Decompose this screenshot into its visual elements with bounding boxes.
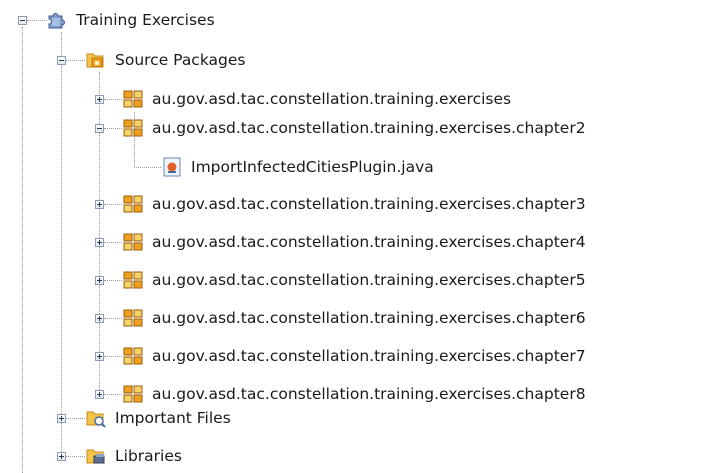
java-package-icon [122, 88, 144, 110]
folder-label: Source Packages [115, 51, 246, 69]
package-label: au.gov.asd.tac.constellation.training.ex… [152, 347, 586, 365]
collapse-toggle-project[interactable] [18, 16, 27, 25]
tree-connector [104, 128, 122, 129]
tree-connector [27, 20, 47, 21]
folder-label: Libraries [115, 447, 182, 465]
java-package-icon [122, 193, 144, 215]
tree-connector [104, 99, 122, 100]
folder-libraries[interactable]: Libraries [85, 443, 182, 469]
java-file-node[interactable]: ImportInfectedCitiesPlugin.java [161, 154, 434, 180]
java-package-icon [122, 269, 144, 291]
package-node-chapter3[interactable]: au.gov.asd.tac.constellation.training.ex… [122, 191, 586, 217]
tree-guide-root [22, 27, 23, 473]
libraries-folder-icon [85, 445, 107, 467]
folder-label: Important Files [115, 409, 231, 427]
java-package-icon [122, 117, 144, 139]
package-label: au.gov.asd.tac.constellation.training.ex… [152, 195, 586, 213]
package-node-chapter4[interactable]: au.gov.asd.tac.constellation.training.ex… [122, 229, 586, 255]
folder-source-packages[interactable]: Source Packages [85, 47, 246, 73]
tree-connector [134, 167, 161, 168]
java-package-icon [122, 383, 144, 405]
expand-toggle-package-chapter8[interactable] [95, 390, 104, 399]
package-label: au.gov.asd.tac.constellation.training.ex… [152, 119, 586, 137]
collapse-toggle-package-chapter2[interactable] [95, 124, 104, 133]
expand-toggle-libraries[interactable] [57, 452, 66, 461]
project-puzzle-icon [46, 9, 68, 31]
important-files-folder-icon [85, 407, 107, 429]
package-node-chapter6[interactable]: au.gov.asd.tac.constellation.training.ex… [122, 305, 586, 331]
package-label: au.gov.asd.tac.constellation.training.ex… [152, 309, 586, 327]
tree-connector [66, 456, 85, 457]
tree-connector [104, 356, 122, 357]
tree-connector [104, 204, 122, 205]
project-tree: Training Exercises Source Packages au.go… [0, 0, 721, 473]
file-label: ImportInfectedCitiesPlugin.java [191, 158, 434, 176]
package-node-chapter5[interactable]: au.gov.asd.tac.constellation.training.ex… [122, 267, 586, 293]
tree-connector [104, 318, 122, 319]
tree-guide-level2 [99, 72, 100, 398]
tree-connector [104, 242, 122, 243]
folder-important-files[interactable]: Important Files [85, 405, 231, 431]
package-node[interactable]: au.gov.asd.tac.constellation.training.ex… [122, 86, 511, 112]
tree-connector [104, 394, 122, 395]
package-label: au.gov.asd.tac.constellation.training.ex… [152, 385, 586, 403]
java-package-icon [122, 307, 144, 329]
package-node-chapter7[interactable]: au.gov.asd.tac.constellation.training.ex… [122, 343, 586, 369]
package-label: au.gov.asd.tac.constellation.training.ex… [152, 233, 586, 251]
expand-toggle-package[interactable] [95, 95, 104, 104]
project-node[interactable]: Training Exercises [46, 7, 215, 33]
package-label: au.gov.asd.tac.constellation.training.ex… [152, 271, 586, 289]
java-file-icon [161, 156, 183, 178]
expand-toggle-important-files[interactable] [57, 414, 66, 423]
tree-connector [66, 418, 85, 419]
java-package-icon [122, 345, 144, 367]
expand-toggle-package-chapter7[interactable] [95, 352, 104, 361]
source-packages-folder-icon [85, 49, 107, 71]
java-package-icon [122, 231, 144, 253]
tree-connector [66, 60, 85, 61]
expand-toggle-package-chapter6[interactable] [95, 314, 104, 323]
package-label: au.gov.asd.tac.constellation.training.ex… [152, 90, 512, 108]
expand-toggle-package-chapter3[interactable] [95, 200, 104, 209]
project-name: Training Exercises [76, 11, 215, 29]
package-node-chapter8[interactable]: au.gov.asd.tac.constellation.training.ex… [122, 381, 586, 407]
tree-guide-level1 [61, 32, 62, 456]
tree-connector [104, 280, 122, 281]
expand-toggle-package-chapter5[interactable] [95, 276, 104, 285]
package-node-chapter2[interactable]: au.gov.asd.tac.constellation.training.ex… [122, 115, 586, 141]
expand-toggle-package-chapter4[interactable] [95, 238, 104, 247]
collapse-toggle-source-packages[interactable] [57, 56, 66, 65]
